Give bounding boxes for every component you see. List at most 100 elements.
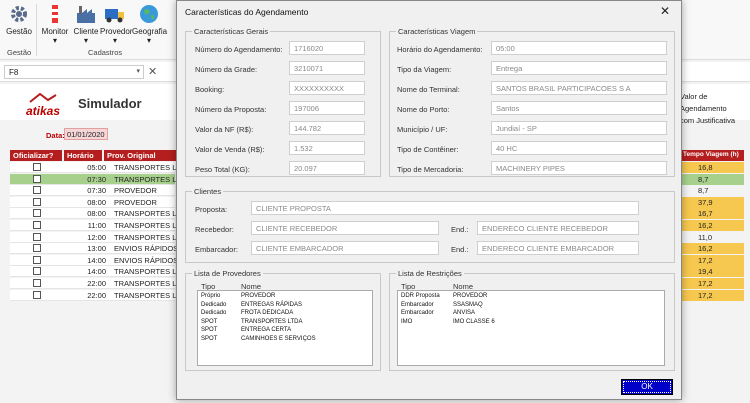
viagem-field-label: Tipo de Contêiner: [397,145,459,154]
provedor-button[interactable]: Provedor ▾ [100,3,132,45]
dialog: Características do Agendamento ✕ Caracte… [176,0,682,400]
tempo-viagem-cell: 16,8 [680,162,744,173]
tempo-viagem-cell: 17,2 [680,278,744,289]
chevron-down-icon: ▾ [136,68,140,75]
table-row[interactable]: 14:00 TRANSPORTES LTDA [10,266,191,278]
table-row[interactable]: 07:30 TRANSPORTES LTDA [10,173,191,185]
logo-text: atikas [26,104,61,118]
monitor-button[interactable]: Monitor ▾ [40,3,70,45]
proposta-field[interactable]: CLIENTE PROPOSTA [251,201,639,215]
viagem-field-value[interactable]: MACHINERY PIPES [491,161,667,175]
oficializar-checkbox[interactable] [33,221,41,229]
restricoes-list[interactable] [397,290,665,366]
table-row[interactable]: 07:30 PROVEDOR [10,185,175,197]
viagem-field-value[interactable]: 05:00 [491,41,667,55]
gerais-field-value[interactable]: 20.097 [289,161,365,175]
date-field[interactable]: 01/01/2020 [64,128,108,140]
tempo-viagem-cell: 8,7 [698,186,709,196]
viagem-field-value[interactable]: Santos [491,101,667,115]
table-row[interactable]: 05:00 TRANSPORTES LTDA [10,162,191,173]
oficializar-checkbox[interactable] [33,197,41,206]
oficializar-checkbox[interactable] [33,279,41,287]
oficializar-checkbox[interactable] [33,174,41,183]
time-cell: 14:00 [87,255,106,265]
oficializar-checkbox[interactable] [33,267,41,276]
oficializar-checkbox[interactable] [33,209,41,218]
restricao-tipo: Embarcador [401,310,434,316]
restricao-nome: ANVISA [453,310,476,316]
viagem-field-value[interactable]: SANTOS BRASIL PARTICIPACOES S A [491,81,667,95]
group-title: Características Viagem [396,27,478,36]
recebedor-field[interactable]: CLIENTE RECEBEDOR [251,221,439,235]
gestao-button[interactable]: Gestão [6,3,32,36]
recebedor-end-field[interactable]: ENDERECO CLIENTE RECEBEDOR [477,221,639,235]
gerais-field-value[interactable]: XXXXXXXXXX [289,81,365,95]
group-title: Lista de Restrições [396,269,464,278]
column-header-tempo-viagem[interactable]: Tempo Viagem (h) [680,150,744,161]
embarcador-end-field[interactable]: ENDERECO CLIENTE EMBARCADOR [477,241,639,255]
provedor-nome: ENTREGAS RÁPIDAS [241,301,303,308]
table-row[interactable]: 13:00 ENVIOS RÁPIDOS [10,243,178,255]
gerais-field-label: Número da Grade: [195,65,258,74]
gerais-field-label: Peso Total (KG): [195,165,250,174]
restricao-tipo: Embarcador [401,301,434,308]
table-row[interactable]: 22:00 TRANSPORTES LTDA [10,289,191,301]
geografia-button[interactable]: Geografia ▾ [132,3,167,45]
column-header-provedor[interactable]: Prov. Original [104,150,176,161]
provedor-tipo: Dedicado [201,310,227,316]
date-label: Data: [46,131,65,140]
table-row[interactable]: 08:00 PROVEDOR [10,196,175,208]
gerais-field-label: Número da Proposta: [195,105,267,114]
column-header-oficializar[interactable]: Oficializar? [10,150,62,161]
time-cell: 14:00 [87,267,106,277]
table-row[interactable]: 12:00 TRANSPORTES LTDA [10,231,191,243]
right-info-line: Valor de Agendamento [680,92,727,113]
gerais-field-value[interactable]: 1.532 [289,141,365,155]
oficializar-checkbox[interactable] [33,244,41,253]
viagem-field-label: Horário do Agendamento: [397,45,483,54]
gerais-field-value[interactable]: 1716020 [289,41,365,55]
viagem-field-value[interactable]: Jundiaí - SP [491,121,667,135]
tempo-viagem-cell: 11,0 [698,232,713,242]
oficializar-checkbox[interactable] [33,186,41,195]
command-combo[interactable]: F8 ▾ [4,65,144,79]
recebedor-end-label: End.: [451,225,469,234]
provider-cell: PROVEDOR [114,197,157,207]
table-row[interactable]: 22:00 TRANSPORTES LTDA [10,278,191,289]
viagem-field-value[interactable]: Entrega [491,61,667,75]
viagem-field-value[interactable]: 40 HC [491,141,667,155]
close-icon[interactable]: ✕ [148,65,157,78]
viagem-field-label: Tipo da Viagem: [397,65,452,74]
cliente-button[interactable]: Cliente ▾ [72,3,100,45]
embarcador-field[interactable]: CLIENTE EMBARCADOR [251,241,439,255]
viagem-field-label: Nome do Terminal: [397,85,460,94]
time-cell: 22:00 [87,279,106,288]
tempo-viagem-cell: 37,9 [680,196,744,208]
tempo-viagem-cell: 16,2 [680,220,744,231]
ok-button[interactable]: OK [621,379,673,395]
table-row[interactable]: 08:00 TRANSPORTES LTDA [10,208,191,220]
oficializar-checkbox[interactable] [33,290,41,299]
time-cell: 08:00 [87,209,106,219]
provider-cell: ENVIOS RÁPIDOS [114,255,179,265]
table-row[interactable]: 11:00 TRANSPORTES LTDA [10,220,191,231]
gerais-field-value[interactable]: 144.782 [289,121,365,135]
restricao-tipo: DDR Proposta [401,293,440,299]
oficializar-checkbox[interactable] [33,232,41,241]
gerais-field-label: Número do Agendamento: [195,45,283,54]
gerais-field-value[interactable]: 3210071 [289,61,365,75]
embarcador-label: Embarcador: [195,245,238,254]
time-cell: 13:00 [87,244,106,254]
column-header-horario[interactable]: Horário [64,150,102,161]
table-row[interactable]: 14:00 ENVIOS RÁPIDOS [10,254,179,266]
close-icon[interactable]: ✕ [657,3,673,19]
dialog-title: Características do Agendamento [185,7,309,17]
gerais-field-value[interactable]: 197006 [289,101,365,115]
proposta-label: Proposta: [195,205,228,214]
oficializar-checkbox[interactable] [33,163,41,171]
oficializar-checkbox[interactable] [33,255,41,264]
tempo-viagem-cell: 17,2 [680,254,744,266]
ribbon-separator [36,4,37,56]
gerais-field-label: Valor de Venda (R$): [195,145,265,154]
restricao-tipo: IMO [401,318,413,325]
